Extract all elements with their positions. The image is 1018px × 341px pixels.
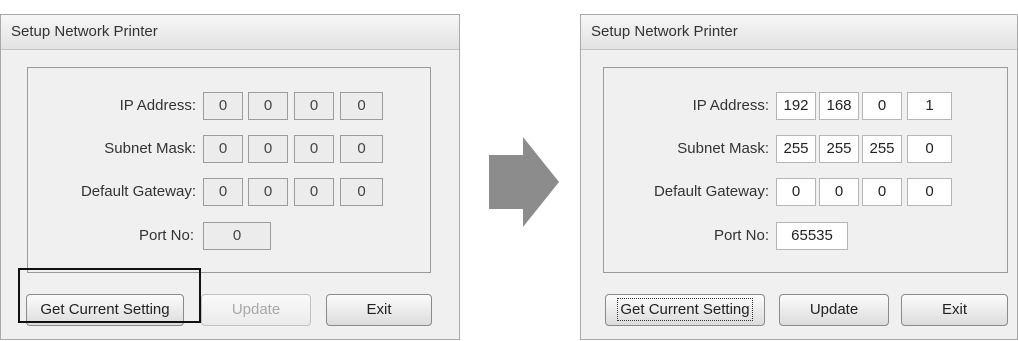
update-button[interactable]: Update	[201, 294, 311, 326]
subnet-octet-1-field[interactable]: 0	[203, 135, 243, 163]
ip-octet-1-field[interactable]: 0	[203, 92, 243, 120]
default-gateway-row: Default Gateway: 0 0 0 0	[28, 176, 430, 208]
ip-octet-1-field[interactable]: 192	[776, 92, 816, 120]
gateway-octet-2-field[interactable]: 0	[819, 178, 859, 206]
network-settings-group: IP Address: 0 0 0 0 Subnet Mask: 0 0 0 0…	[27, 67, 431, 273]
ip-address-label: IP Address:	[692, 97, 769, 114]
update-button[interactable]: Update	[779, 294, 889, 326]
port-label: Port No:	[138, 227, 194, 244]
exit-button[interactable]: Exit	[326, 294, 432, 326]
ip-octet-4-field[interactable]: 0	[340, 92, 383, 120]
subnet-mask-label: Subnet Mask:	[104, 140, 196, 157]
port-field[interactable]: 65535	[776, 222, 848, 250]
gateway-octet-4-field[interactable]: 0	[340, 178, 383, 206]
highlight-box	[18, 268, 201, 323]
right-arrow-icon	[489, 137, 559, 227]
subnet-mask-row: Subnet Mask: 0 0 0 0	[28, 133, 430, 165]
ip-octet-2-field[interactable]: 168	[819, 92, 859, 120]
subnet-octet-4-field[interactable]: 0	[340, 135, 383, 163]
gateway-octet-1-field[interactable]: 0	[203, 178, 243, 206]
gateway-octet-1-field[interactable]: 0	[776, 178, 816, 206]
default-gateway-label: Default Gateway:	[80, 183, 196, 200]
dialog-title: Setup Network Printer	[1, 15, 459, 50]
ip-address-label: IP Address:	[119, 97, 196, 114]
default-gateway-label: Default Gateway:	[653, 183, 769, 200]
dialog-title: Setup Network Printer	[581, 15, 1017, 50]
ip-octet-2-field[interactable]: 0	[248, 92, 288, 120]
ip-octet-3-field[interactable]: 0	[862, 92, 902, 120]
port-label: Port No:	[713, 227, 769, 244]
get-current-setting-label: Get Current Setting	[617, 298, 753, 321]
subnet-mask-row: Subnet Mask: 255 255 255 0	[604, 133, 1007, 165]
network-settings-group: IP Address: 192 168 0 1 Subnet Mask: 255…	[603, 67, 1008, 273]
port-row: Port No: 65535	[604, 220, 1007, 252]
get-current-setting-button[interactable]: Get Current Setting	[605, 294, 765, 326]
subnet-octet-4-field[interactable]: 0	[907, 135, 952, 163]
port-row: Port No: 0	[28, 220, 430, 252]
subnet-octet-1-field[interactable]: 255	[776, 135, 816, 163]
default-gateway-row: Default Gateway: 0 0 0 0	[604, 176, 1007, 208]
gateway-octet-3-field[interactable]: 0	[862, 178, 902, 206]
gateway-octet-3-field[interactable]: 0	[294, 178, 334, 206]
dialog-after: Setup Network Printer IP Address: 192 16…	[580, 14, 1018, 340]
exit-button[interactable]: Exit	[901, 294, 1008, 326]
subnet-octet-3-field[interactable]: 0	[294, 135, 334, 163]
subnet-octet-2-field[interactable]: 255	[819, 135, 859, 163]
port-field[interactable]: 0	[203, 222, 271, 250]
ip-address-row: IP Address: 192 168 0 1	[604, 90, 1007, 122]
gateway-octet-2-field[interactable]: 0	[248, 178, 288, 206]
subnet-octet-2-field[interactable]: 0	[248, 135, 288, 163]
ip-octet-3-field[interactable]: 0	[294, 92, 334, 120]
ip-octet-4-field[interactable]: 1	[907, 92, 952, 120]
gateway-octet-4-field[interactable]: 0	[907, 178, 952, 206]
subnet-mask-label: Subnet Mask:	[677, 140, 769, 157]
subnet-octet-3-field[interactable]: 255	[862, 135, 902, 163]
ip-address-row: IP Address: 0 0 0 0	[28, 90, 430, 122]
